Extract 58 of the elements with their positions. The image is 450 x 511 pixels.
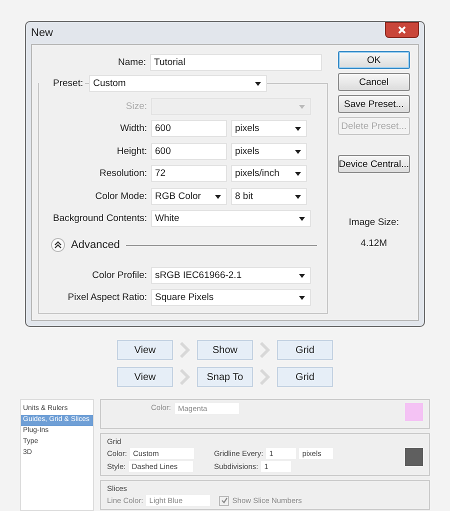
dialog-button[interactable]: OK — [338, 51, 410, 69]
menu-path-step: Show — [197, 340, 253, 360]
image-size-label: Image Size: — [348, 217, 400, 228]
input-field[interactable]: 600 — [151, 120, 227, 138]
name-field[interactable]: Tutorial — [150, 54, 322, 71]
field-label: Preset: — [39, 78, 86, 90]
caret-icon — [255, 82, 262, 86]
color-swatch[interactable] — [405, 403, 423, 421]
input-field[interactable]: 600 — [151, 142, 227, 160]
field-label: Background Contents: — [52, 213, 147, 224]
input-field[interactable]: 72 — [151, 165, 227, 182]
preset-dropdown[interactable]: Custom — [89, 75, 268, 92]
dialog-button[interactable]: Device Central... — [338, 155, 410, 173]
unit-dropdown[interactable]: pixels — [231, 142, 307, 160]
image-size-value: 4.12M — [360, 238, 388, 249]
section-label: Advanced — [71, 239, 120, 251]
field-label: Width: — [119, 123, 147, 134]
dropdown[interactable]: Square Pixels — [151, 289, 311, 306]
caret-icon — [299, 296, 305, 300]
field-label: Resolution: — [98, 168, 147, 180]
menu-path-step: View — [117, 367, 173, 387]
caret-icon — [295, 194, 301, 199]
dropdown[interactable]: White — [151, 210, 311, 228]
unit-dropdown[interactable]: pixels/inch — [231, 165, 307, 182]
caret-icon — [215, 194, 221, 199]
menu-path-step: View — [117, 340, 173, 360]
menu-path-step: Snap To — [197, 367, 253, 387]
collapse-toggle[interactable] — [51, 238, 65, 252]
window-title: New — [31, 27, 54, 39]
caret-icon — [295, 127, 301, 132]
unit-dropdown[interactable]: pixels — [231, 120, 307, 138]
dropdown[interactable]: 8 bit — [231, 188, 307, 205]
caret-icon — [295, 150, 301, 154]
close-button[interactable] — [385, 22, 419, 38]
dialog-button[interactable]: Save Preset... — [338, 95, 410, 113]
field-label: Height: — [116, 146, 147, 157]
chevron-icon — [54, 241, 62, 249]
checkbox[interactable] — [219, 496, 230, 506]
field-label: Color Profile: — [91, 270, 147, 281]
caret-icon — [299, 217, 305, 222]
close-icon — [397, 26, 407, 34]
color-swatch[interactable] — [405, 448, 423, 466]
menu-path-step: Grid — [277, 340, 333, 360]
chevron-icon — [179, 369, 191, 385]
caret-icon — [295, 172, 301, 176]
field-label: Size: — [124, 100, 147, 112]
field-label: Pixel Aspect Ratio: — [66, 292, 147, 304]
dialog-button[interactable]: Cancel — [338, 73, 410, 91]
dropdown[interactable]: RGB Color — [151, 188, 227, 205]
field-label: Name: — [117, 56, 146, 68]
chevron-icon — [259, 369, 271, 385]
caret-icon — [299, 274, 305, 278]
menu-path-step: Grid — [277, 367, 333, 387]
dropdown[interactable]: sRGB IEC61966-2.1 — [151, 266, 311, 284]
field-label: Color Mode: — [94, 190, 147, 202]
caret-icon — [299, 104, 305, 109]
chevron-icon — [179, 342, 191, 358]
chevron-icon — [259, 342, 271, 358]
